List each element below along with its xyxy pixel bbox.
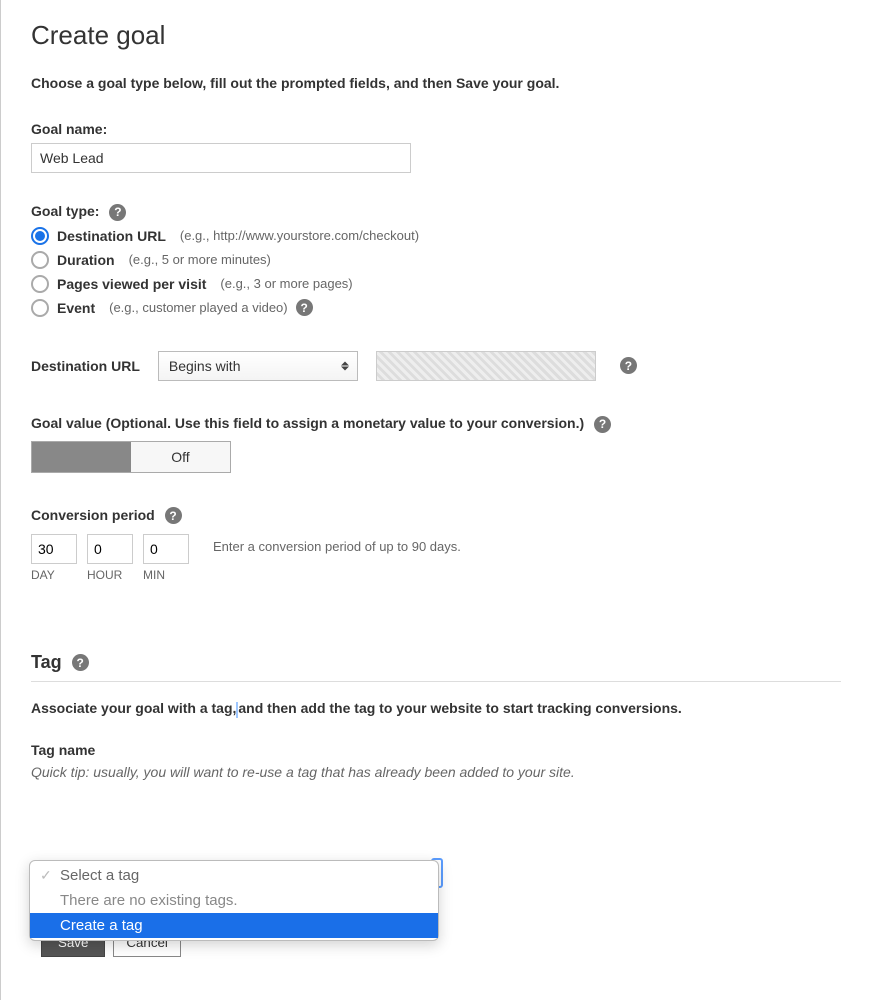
goal-name-label: Goal name:	[31, 121, 841, 137]
period-min-input[interactable]	[143, 534, 189, 564]
goal-type-label: Goal type:	[31, 203, 99, 219]
period-day-input[interactable]	[31, 534, 77, 564]
intro-text: Choose a goal type below, fill out the p…	[31, 75, 841, 91]
help-icon[interactable]: ?	[594, 416, 611, 433]
tag-option-empty: There are no existing tags.	[30, 888, 438, 913]
destination-url-input[interactable]	[376, 351, 596, 381]
help-icon[interactable]: ?	[165, 507, 182, 524]
radio-label-duration[interactable]: Duration	[57, 252, 115, 268]
tag-description: Associate your goal with a tag,and then …	[31, 700, 841, 717]
toggle-off-label: Off	[131, 442, 230, 472]
help-icon[interactable]: ?	[296, 299, 313, 316]
tag-heading: Tag	[31, 652, 62, 673]
conversion-period-label: Conversion period	[31, 507, 155, 523]
match-mode-value: Begins with	[169, 358, 241, 374]
radio-hint-destination-url: (e.g., http://www.yourstore.com/checkout…	[180, 228, 419, 243]
tag-option-create[interactable]: Create a tag	[30, 913, 438, 938]
goal-value-toggle[interactable]: Off	[31, 441, 231, 473]
goal-name-input[interactable]	[31, 143, 411, 173]
radio-label-event[interactable]: Event	[57, 300, 95, 316]
radio-hint-pages-per-visit: (e.g., 3 or more pages)	[220, 276, 352, 291]
radio-label-destination-url[interactable]: Destination URL	[57, 228, 166, 244]
tag-tip: Quick tip: usually, you will want to re-…	[31, 764, 841, 780]
conversion-period-hint: Enter a conversion period of up to 90 da…	[213, 534, 461, 554]
period-day-unit: DAY	[31, 568, 55, 582]
match-mode-select[interactable]: Begins with	[158, 351, 358, 381]
radio-duration[interactable]	[31, 251, 49, 269]
tag-name-label: Tag name	[31, 742, 841, 758]
radio-event[interactable]	[31, 299, 49, 317]
radio-pages-per-visit[interactable]	[31, 275, 49, 293]
period-hour-input[interactable]	[87, 534, 133, 564]
goal-value-label: Goal value (Optional. Use this field to …	[31, 415, 584, 431]
radio-label-pages-per-visit[interactable]: Pages viewed per visit	[57, 276, 206, 292]
help-icon[interactable]: ?	[620, 357, 637, 374]
tag-select-dropdown[interactable]: Select a tag There are no existing tags.…	[29, 860, 439, 941]
radio-hint-duration: (e.g., 5 or more minutes)	[129, 252, 271, 267]
radio-hint-event: (e.g., customer played a video)	[109, 300, 287, 315]
tag-option-placeholder[interactable]: Select a tag	[30, 863, 438, 888]
period-min-unit: MIN	[143, 568, 165, 582]
help-icon[interactable]: ?	[72, 654, 89, 671]
chevron-updown-icon	[341, 361, 349, 370]
page-title: Create goal	[31, 20, 841, 51]
radio-destination-url[interactable]	[31, 227, 49, 245]
help-icon[interactable]: ?	[109, 204, 126, 221]
toggle-on-side	[32, 442, 131, 472]
destination-url-label: Destination URL	[31, 358, 140, 374]
period-hour-unit: HOUR	[87, 568, 122, 582]
